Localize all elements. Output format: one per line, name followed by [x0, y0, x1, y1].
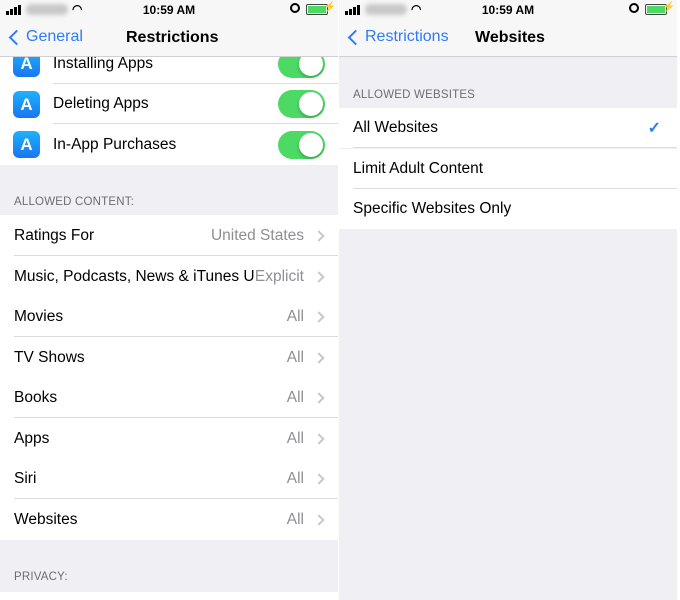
chevron-left-icon — [347, 29, 364, 45]
chevron-right-icon — [313, 310, 325, 323]
row-label: Books — [14, 388, 58, 406]
row-value: All — [286, 429, 304, 447]
page-title: Restrictions — [126, 29, 219, 46]
row-label: TV Shows — [14, 348, 85, 366]
chevron-right-icon — [313, 513, 325, 526]
back-button[interactable]: General — [8, 28, 83, 46]
chevron-right-icon — [313, 351, 325, 364]
option-all-websites[interactable]: All Websites ✓ — [339, 108, 677, 148]
row-value: All — [286, 348, 304, 366]
privacy-header: PRIVACY: — [14, 571, 68, 583]
page-title: Websites — [475, 29, 545, 46]
option-label: All Websites — [353, 119, 438, 136]
allowed-websites-header: ALLOWED WEBSITES — [353, 89, 476, 101]
row-label: Siri — [14, 469, 37, 487]
orientation-lock-icon — [290, 3, 300, 13]
content-row-movies[interactable]: Movies All — [0, 296, 338, 337]
toggle-row-in-app-purchases: A In-App Purchases — [0, 124, 338, 165]
chevron-right-icon — [313, 391, 325, 404]
row-label: Deleting Apps — [53, 95, 149, 112]
row-value: All — [286, 307, 304, 325]
row-label: Movies — [14, 307, 64, 325]
status-time: 10:59 AM — [481, 3, 535, 17]
charging-icon: ⚡ — [662, 2, 675, 13]
chevron-right-icon — [313, 270, 325, 283]
row-label: Ratings For — [14, 226, 95, 244]
status-bar: ◠ 10:59 AM ⚡ — [0, 0, 338, 20]
orientation-lock-icon — [629, 3, 639, 13]
toggle-row-deleting-apps: A Deleting Apps — [0, 84, 338, 124]
content-row-apps[interactable]: Apps All — [0, 418, 338, 459]
chevron-right-icon — [313, 472, 325, 485]
nav-bar: Restrictions Websites — [339, 20, 677, 57]
chevron-left-icon — [8, 29, 25, 45]
checkmark-icon: ✓ — [647, 120, 661, 137]
row-value: United States — [210, 226, 304, 244]
app-store-icon: A — [13, 131, 40, 158]
option-label: Limit Adult Content — [353, 159, 484, 177]
content-row-books[interactable]: Books All — [0, 377, 338, 418]
chevron-right-icon — [313, 432, 325, 445]
back-label: General — [26, 28, 83, 45]
content-row-ratings-for[interactable]: Ratings For United States — [0, 215, 338, 256]
row-label: In-App Purchases — [53, 135, 177, 153]
row-label: Apps — [14, 429, 50, 447]
privacy-first-row[interactable] — [0, 592, 338, 600]
websites-screen: ◠ 10:59 AM ⚡ Restrictions Websites ALLOW… — [339, 0, 677, 600]
option-label: Specific Websites Only — [353, 200, 512, 217]
restrictions-screen: ◠ 10:59 AM ⚡ A Installing Apps A Deletin… — [0, 0, 338, 600]
chevron-right-icon — [313, 229, 325, 242]
row-value: All — [286, 510, 304, 528]
in-app-purchases-toggle[interactable] — [278, 130, 325, 159]
deleting-apps-toggle[interactable] — [278, 90, 325, 118]
content-row-music-podcasts-news-itunes-u[interactable]: Music, Podcasts, News & iTunes U Explici… — [0, 256, 338, 297]
row-label: Music, Podcasts, News & iTunes U — [14, 267, 255, 285]
row-label: Websites — [14, 510, 78, 528]
row-value: All — [286, 388, 304, 406]
status-time: 10:59 AM — [142, 3, 196, 17]
status-bar: ◠ 10:59 AM ⚡ — [339, 0, 677, 20]
nav-bar: General Restrictions — [0, 20, 338, 57]
content-row-tv-shows[interactable]: TV Shows All — [0, 337, 338, 378]
allowed-content-header: ALLOWED CONTENT: — [14, 196, 135, 208]
content-row-websites[interactable]: Websites All — [0, 499, 338, 540]
row-value: Explicit — [254, 267, 304, 285]
back-label: Restrictions — [365, 28, 449, 45]
charging-icon: ⚡ — [323, 2, 336, 13]
row-value: All — [286, 469, 304, 487]
back-button[interactable]: Restrictions — [347, 28, 449, 46]
content-row-siri[interactable]: Siri All — [0, 458, 338, 499]
option-limit-adult-content[interactable]: Limit Adult Content — [339, 148, 677, 189]
row-label: Installing Apps — [53, 54, 153, 72]
app-store-icon: A — [13, 90, 40, 118]
option-specific-websites-only[interactable]: Specific Websites Only — [339, 189, 677, 229]
